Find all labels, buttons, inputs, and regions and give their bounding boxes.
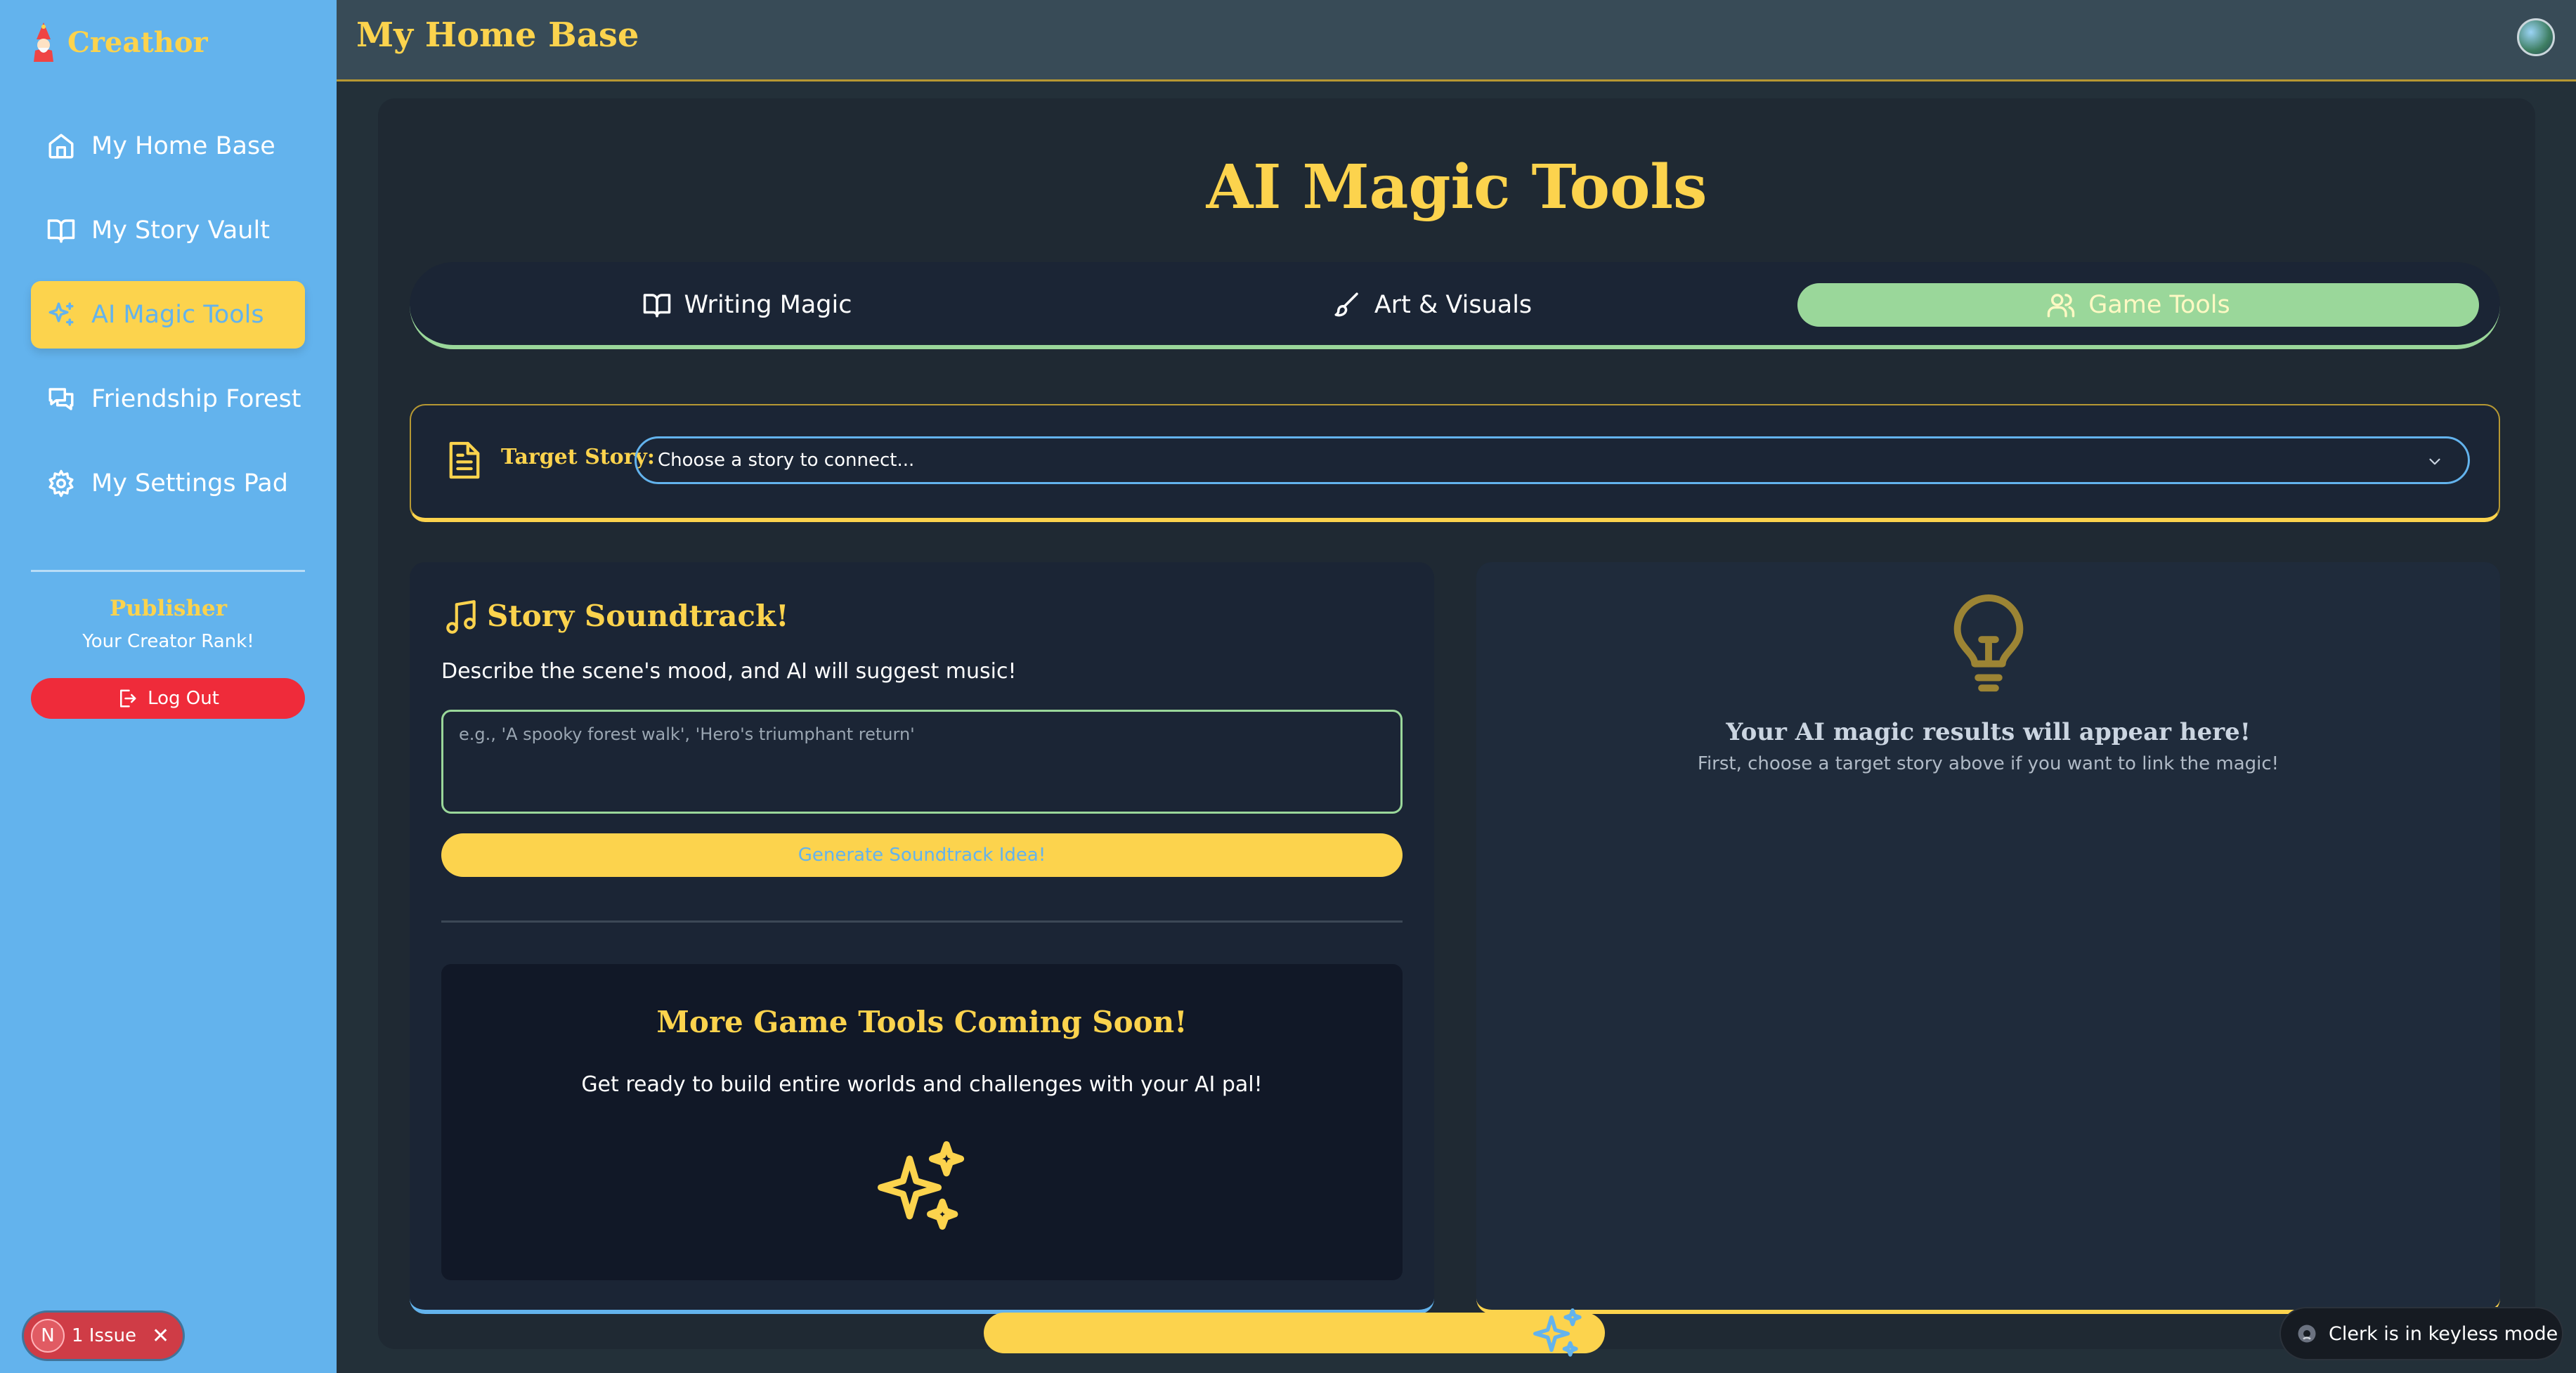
coming-soon-title: More Game Tools Coming Soon! (656, 1005, 1188, 1039)
brand-name: Creathor (67, 25, 208, 59)
sidebar-item-label: AI Magic Tools (91, 301, 264, 329)
issue-label: 1 Issue (72, 1325, 137, 1346)
tool-tabs: Writing Magic Art & Visuals Game Tools (410, 262, 2500, 349)
avatar[interactable] (2517, 18, 2555, 56)
results-card: Your AI magic results will appear here! … (1476, 562, 2500, 1314)
sidebar-item-label: Friendship Forest (91, 385, 301, 413)
soundtrack-description: Describe the scene's mood, and AI will s… (441, 659, 1017, 684)
target-story-value: Choose a story to connect... (658, 450, 915, 471)
sidebar-nav: My Home Base My Story Vault AI Magic Too… (31, 112, 305, 534)
document-icon (449, 441, 480, 479)
gear-icon (48, 469, 74, 497)
sidebar: Creathor My Home Base My Story Vault AI … (0, 0, 337, 1373)
sidebar-item-home[interactable]: My Home Base (31, 112, 305, 180)
clerk-logo-icon (2298, 1325, 2316, 1343)
issues-indicator[interactable]: N 1 Issue ✕ (24, 1313, 183, 1359)
coming-soon-description: Get ready to build entire worlds and cha… (581, 1072, 1263, 1097)
chevron-down-icon (2429, 458, 2440, 465)
page-title: AI Magic Tools (1206, 152, 1707, 223)
card-divider (441, 920, 1403, 923)
lightbulb-icon (1953, 594, 2024, 692)
sidebar-item-story-vault[interactable]: My Story Vault (31, 197, 305, 264)
top-header: My Home Base (337, 0, 2576, 82)
book-icon (47, 219, 75, 243)
generate-soundtrack-button[interactable]: Generate Soundtrack Idea! (441, 833, 1403, 877)
clerk-label: Clerk is in keyless mode (2329, 1322, 2558, 1345)
tab-game-tools[interactable]: Game Tools (1797, 283, 2479, 327)
sidebar-item-settings[interactable]: My Settings Pad (31, 450, 305, 517)
tab-label: Art & Visuals (1374, 291, 1533, 319)
target-story-select[interactable]: Choose a story to connect... (635, 436, 2470, 484)
creator-rank-title: Publisher (109, 596, 228, 621)
creator-rank-subtitle: Your Creator Rank! (82, 631, 254, 652)
main-panel: AI Magic Tools Writing Magic Art & Visua… (378, 98, 2535, 1349)
logout-button[interactable]: Log Out (31, 678, 305, 719)
sparkles-icon (48, 302, 74, 326)
close-icon[interactable]: ✕ (152, 1324, 169, 1348)
book-icon (643, 294, 670, 318)
soundtrack-card: Story Soundtrack! Describe the scene's m… (410, 562, 1434, 1314)
bottom-action-bar[interactable] (984, 1313, 1605, 1353)
sidebar-item-label: My Home Base (91, 132, 275, 160)
tab-art-visuals[interactable]: Art & Visuals (1151, 283, 1713, 327)
logout-icon (120, 689, 136, 708)
tab-label: Game Tools (2088, 291, 2230, 319)
logout-label: Log Out (148, 688, 219, 709)
users-icon (2047, 294, 2075, 318)
brand[interactable]: Creathor (28, 21, 208, 63)
sidebar-divider (31, 570, 305, 572)
chat-icon (48, 388, 74, 410)
target-story-panel: Target Story: Choose a story to connect.… (410, 404, 2500, 522)
sidebar-item-ai-magic-tools[interactable]: AI Magic Tools (31, 281, 305, 349)
tab-writing-magic[interactable]: Writing Magic (466, 283, 1028, 327)
music-icon (446, 600, 476, 634)
sidebar-item-label: My Story Vault (91, 216, 270, 245)
header-title: My Home Base (356, 15, 639, 55)
brush-icon (1334, 292, 1358, 317)
wizard-logo-icon (34, 22, 53, 62)
results-placeholder-subtitle: First, choose a target story above if yo… (1697, 753, 2279, 774)
scene-mood-input[interactable] (441, 710, 1403, 814)
clerk-keyless-badge[interactable]: Clerk is in keyless mode (2281, 1308, 2562, 1359)
sidebar-item-friendship-forest[interactable]: Friendship Forest (31, 365, 305, 433)
soundtrack-title: Story Soundtrack! (487, 599, 789, 633)
coming-soon-panel: More Game Tools Coming Soon! Get ready t… (441, 964, 1403, 1280)
issue-badge: N (31, 1319, 65, 1353)
home-icon (48, 134, 74, 159)
results-placeholder-title: Your AI magic results will appear here! (1726, 718, 2251, 746)
sparkles-icon (878, 1141, 965, 1230)
tab-label: Writing Magic (684, 291, 852, 319)
sidebar-item-label: My Settings Pad (91, 469, 288, 497)
sparkles-icon (1533, 1308, 1582, 1357)
target-story-label: Target Story: (501, 445, 655, 469)
